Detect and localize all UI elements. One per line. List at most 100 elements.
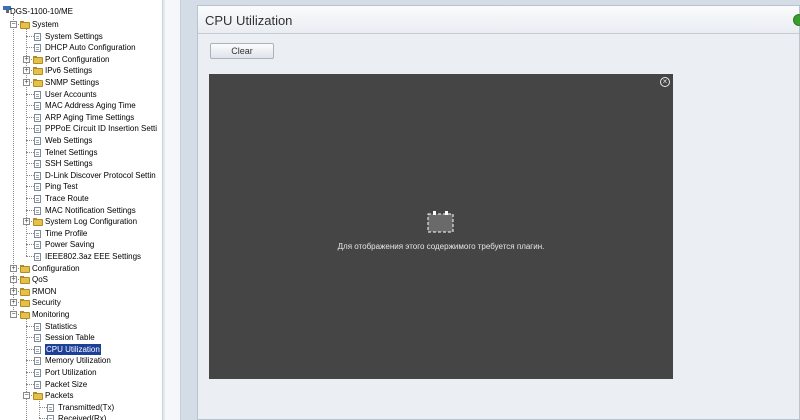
tree-item-label: System Log Configuration bbox=[45, 217, 138, 227]
tree-connector bbox=[26, 128, 34, 130]
close-icon[interactable]: × bbox=[660, 77, 670, 87]
folder-icon bbox=[20, 299, 31, 308]
tree-connector bbox=[26, 244, 34, 246]
tree-connector bbox=[26, 174, 34, 176]
tree-item[interactable]: System Settings bbox=[0, 31, 162, 42]
page-icon bbox=[34, 90, 41, 99]
page-icon bbox=[34, 125, 41, 134]
page-icon bbox=[34, 44, 41, 53]
tree-item[interactable]: Session Table bbox=[0, 332, 162, 343]
tree-folder[interactable]: + SNMP Settings bbox=[0, 77, 162, 88]
page-icon bbox=[34, 334, 41, 343]
page-icon bbox=[47, 403, 54, 412]
tree-folder[interactable]: + System Log Configuration bbox=[0, 216, 162, 227]
tree-item-label: Transmitted(Tx) bbox=[58, 402, 115, 412]
tree-folder[interactable]: + Configuration bbox=[0, 263, 162, 274]
tree-item[interactable]: DHCP Auto Configuration bbox=[0, 42, 162, 53]
tree-connector bbox=[26, 209, 34, 211]
tree-folder[interactable]: + IPv6 Settings bbox=[0, 65, 162, 76]
page-icon bbox=[34, 241, 41, 250]
tree-connector bbox=[26, 383, 34, 385]
expand-icon[interactable]: + bbox=[23, 79, 30, 86]
tree-item[interactable]: Transmitted(Tx) bbox=[0, 402, 162, 413]
tree-item[interactable]: Received(Rx) bbox=[0, 413, 162, 420]
collapse-icon[interactable]: − bbox=[10, 21, 17, 28]
tree-item-label: ARP Aging Time Settings bbox=[45, 112, 135, 122]
tree-item-label: IPv6 Settings bbox=[45, 66, 93, 76]
tree-item[interactable]: MAC Address Aging Time bbox=[0, 100, 162, 111]
tree-connector bbox=[26, 186, 34, 188]
expand-icon[interactable]: + bbox=[23, 55, 30, 63]
tree-item[interactable]: Power Saving bbox=[0, 239, 162, 250]
tree-item-label: Port Utilization bbox=[45, 368, 97, 377]
tree-item-label: PPPoE Circuit ID Insertion Setti bbox=[45, 124, 158, 134]
content-area: CPU Utilization Clear × Для отображения … bbox=[197, 5, 800, 420]
tree-item-label: QoS bbox=[32, 275, 49, 285]
tree-item[interactable]: Packet Size bbox=[0, 379, 162, 390]
title-bar: CPU Utilization bbox=[198, 6, 800, 34]
tree-item[interactable]: IEEE802.3az EEE Settings bbox=[0, 251, 162, 262]
collapse-icon[interactable]: − bbox=[23, 392, 30, 400]
tree-item-label: Security bbox=[32, 298, 61, 308]
tree-folder[interactable]: − Monitoring bbox=[0, 309, 162, 320]
tree-item[interactable]: ARP Aging Time Settings bbox=[0, 112, 162, 123]
tree-folder[interactable]: − System bbox=[0, 19, 162, 30]
tree-folder[interactable]: + Security bbox=[0, 297, 162, 308]
tree-item[interactable]: Ping Test bbox=[0, 181, 162, 192]
refresh-icon[interactable] bbox=[793, 14, 800, 26]
tree-item[interactable]: User Accounts bbox=[0, 89, 162, 100]
page-icon bbox=[34, 171, 41, 180]
tree-connector bbox=[39, 418, 47, 420]
tree-connector bbox=[26, 151, 34, 153]
expand-icon[interactable]: + bbox=[23, 67, 30, 75]
tree-item-label: SSH Settings bbox=[45, 159, 93, 169]
tree-item[interactable]: Trace Route bbox=[0, 193, 162, 204]
folder-icon bbox=[33, 67, 44, 76]
page-title: CPU Utilization bbox=[205, 13, 293, 28]
collapse-icon[interactable]: − bbox=[10, 311, 17, 318]
page-icon bbox=[34, 357, 41, 366]
tree-item[interactable]: Port Utilization bbox=[0, 367, 162, 378]
tree-folder[interactable]: + RMON bbox=[0, 286, 162, 297]
tree-item[interactable]: SSH Settings bbox=[0, 158, 162, 169]
tree-connector bbox=[39, 406, 47, 408]
tree-item-label: Memory Utilization bbox=[45, 356, 111, 366]
tree-item[interactable]: PPPoE Circuit ID Insertion Setti bbox=[0, 123, 162, 134]
page-icon bbox=[34, 322, 41, 331]
tree-connector bbox=[26, 198, 34, 199]
tree-item-label: Web Settings bbox=[45, 136, 93, 145]
tree-item[interactable]: CPU Utilization bbox=[0, 343, 162, 355]
plugin-placeholder[interactable]: × Для отображения этого содержимого треб… bbox=[209, 74, 673, 379]
tree-connector bbox=[26, 325, 34, 327]
expand-icon[interactable]: + bbox=[23, 218, 30, 226]
tree-item[interactable]: Web Settings bbox=[0, 135, 162, 146]
clear-button[interactable]: Clear bbox=[210, 43, 274, 59]
folder-icon bbox=[20, 276, 31, 285]
page-icon bbox=[47, 415, 54, 420]
tree-connector bbox=[26, 105, 34, 107]
folder-icon bbox=[33, 392, 44, 401]
tree-folder[interactable]: + QoS bbox=[0, 274, 162, 285]
tree-connector bbox=[26, 93, 34, 95]
tree-item[interactable]: D-Link Discover Protocol Settin bbox=[0, 170, 162, 181]
page-icon bbox=[34, 32, 41, 41]
expand-icon[interactable]: + bbox=[10, 264, 17, 272]
tree-folder[interactable]: − Packets bbox=[0, 390, 162, 401]
tree-item[interactable]: Time Profile bbox=[0, 228, 162, 239]
tree-item[interactable]: Statistics bbox=[0, 321, 162, 332]
expand-icon[interactable]: + bbox=[10, 287, 17, 295]
tree-item-label: Ping Test bbox=[45, 182, 78, 192]
tree-item-label: Configuration bbox=[32, 263, 80, 273]
tree-item[interactable]: MAC Notification Settings bbox=[0, 205, 162, 216]
expand-icon[interactable]: + bbox=[10, 299, 17, 307]
tree-item-label: Statistics bbox=[45, 321, 78, 331]
tree-connector bbox=[26, 140, 34, 141]
tree-item-label: Time Profile bbox=[45, 228, 88, 238]
tree-item-label: System bbox=[32, 20, 59, 29]
tree-item[interactable]: Telnet Settings bbox=[0, 147, 162, 158]
tree-item[interactable]: Memory Utilization bbox=[0, 355, 162, 366]
tree-item-label: User Accounts bbox=[45, 89, 97, 99]
expand-icon[interactable]: + bbox=[10, 276, 17, 284]
tree-folder[interactable]: + Port Configuration bbox=[0, 54, 162, 65]
tree-connector bbox=[26, 47, 34, 49]
